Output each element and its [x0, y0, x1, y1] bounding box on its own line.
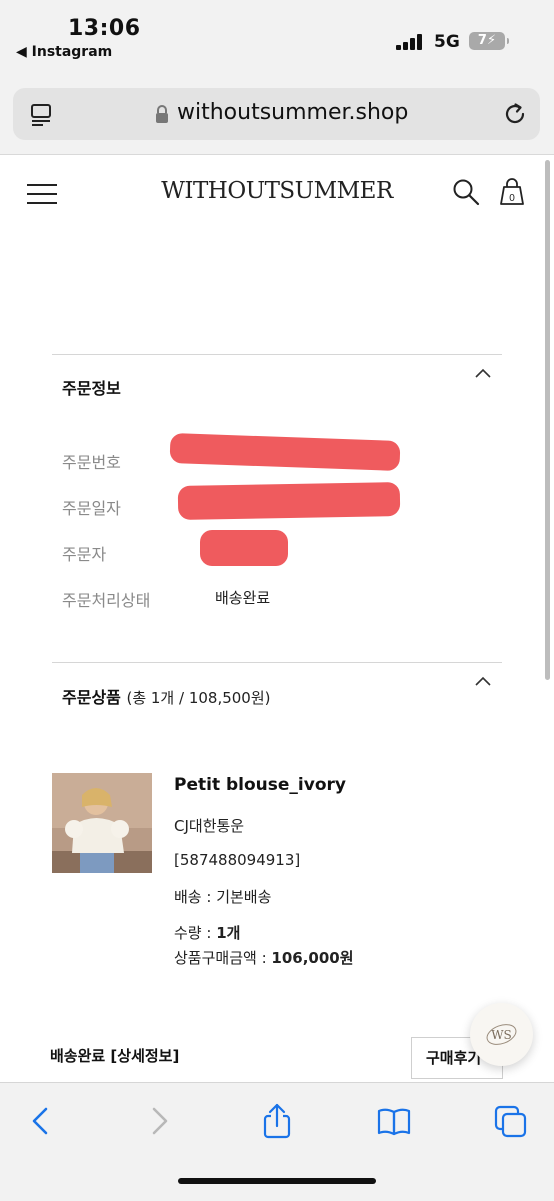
product-thumbnail[interactable] — [52, 773, 152, 873]
ws-logo-icon: WS — [486, 1024, 517, 1045]
order-items-summary: (총 1개 / 108,500원) — [126, 689, 271, 707]
floating-ws-badge[interactable]: WS — [470, 1003, 533, 1066]
product-name[interactable]: Petit blouse_ivory — [174, 775, 346, 795]
quantity-value: 1개 — [216, 924, 241, 942]
orderer-label: 주문자 — [62, 545, 107, 564]
redaction-mark — [169, 432, 401, 472]
browser-address-area: withoutsummer.shop — [0, 80, 554, 155]
chevron-up-icon[interactable] — [474, 675, 492, 687]
order-date-label: 주문일자 — [62, 499, 121, 518]
status-bar: 13:06 ◀ Instagram 5G 7⚡ — [0, 0, 554, 80]
home-indicator[interactable] — [178, 1178, 376, 1184]
ws-badge-text: WS — [491, 1028, 512, 1042]
redaction-mark — [177, 482, 401, 520]
shipping-method: 배송 : 기본배송 — [174, 888, 272, 906]
charging-bolt-icon: ⚡ — [486, 33, 497, 48]
back-to-app-link[interactable]: ◀ Instagram — [16, 44, 112, 60]
price-value: 106,000원 — [271, 949, 354, 967]
lock-icon — [156, 105, 168, 123]
signal-icon — [396, 34, 422, 50]
forward-arrow-icon[interactable] — [142, 1103, 178, 1139]
order-info-title: 주문정보 — [62, 379, 121, 398]
address-bar[interactable]: withoutsummer.shop — [13, 88, 540, 140]
menu-icon[interactable] — [27, 183, 57, 205]
status-time: 13:06 — [68, 16, 141, 41]
product-price: 상품구매금액 : 106,000원 — [174, 947, 354, 968]
quantity: 수량 : 1개 — [174, 922, 240, 943]
order-items-title: 주문상품 (총 1개 / 108,500원) — [62, 684, 271, 708]
back-arrow-icon[interactable] — [22, 1103, 58, 1139]
shopping-bag-icon[interactable]: 0 — [497, 177, 527, 207]
reader-view-icon[interactable] — [29, 102, 53, 126]
order-items-label: 주문상품 — [62, 688, 121, 707]
cart-count: 0 — [509, 193, 515, 204]
order-number-label: 주문번호 — [62, 453, 121, 472]
tabs-icon[interactable] — [493, 1103, 529, 1139]
order-status-value: 배송완료 — [215, 589, 271, 607]
redaction-mark — [200, 530, 288, 566]
share-icon[interactable] — [259, 1103, 295, 1139]
order-status-label: 주문처리상태 — [62, 591, 151, 610]
tracking-number[interactable]: [587488094913] — [174, 851, 300, 869]
courier-name: CJ대한통운 — [174, 817, 245, 835]
network-type: 5G — [434, 32, 460, 52]
battery-indicator: 7⚡ — [469, 32, 509, 50]
page-scrollbar[interactable] — [545, 160, 550, 680]
quantity-label: 수량 : — [174, 924, 217, 942]
delivery-detail-title[interactable]: 배송완료 [상세정보] — [50, 1045, 179, 1066]
bookmarks-icon[interactable] — [376, 1103, 412, 1139]
search-icon[interactable] — [452, 178, 480, 206]
price-label: 상품구매금액 : — [174, 949, 272, 967]
battery-level: 7 — [477, 33, 487, 48]
section-divider — [52, 662, 502, 663]
site-logo[interactable]: WITHOUTSUMMER — [160, 178, 394, 204]
section-divider — [52, 354, 502, 355]
url-text[interactable]: withoutsummer.shop — [177, 100, 408, 125]
reload-icon[interactable] — [501, 100, 529, 128]
chevron-up-icon[interactable] — [474, 367, 492, 379]
